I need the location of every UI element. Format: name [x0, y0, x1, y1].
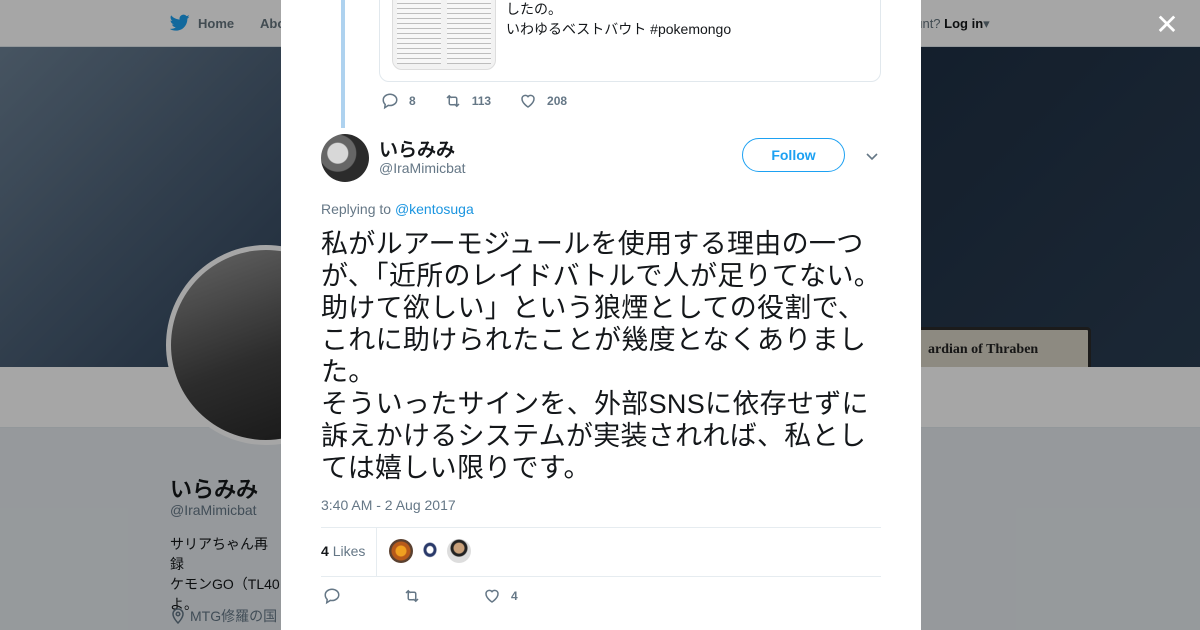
avatar[interactable]	[321, 134, 369, 182]
like-action[interactable]: 208	[519, 92, 567, 110]
author-handle[interactable]: @IraMimicbat	[379, 160, 466, 176]
reply-count: 8	[409, 94, 416, 108]
quoted-tweet-image[interactable]	[392, 0, 496, 70]
like-count: 4	[511, 589, 518, 603]
avatar[interactable]	[389, 539, 413, 563]
heart-icon	[485, 589, 499, 603]
avatar[interactable]	[418, 539, 442, 563]
reply-icon	[324, 588, 340, 605]
heart-icon	[521, 94, 535, 108]
quoted-tweet-actions: 8 113 208	[381, 92, 595, 110]
reply-icon	[382, 93, 398, 110]
close-icon[interactable]: ✕	[1152, 10, 1182, 40]
like-action[interactable]: 4	[483, 587, 518, 605]
likes-label: Likes	[332, 543, 366, 559]
avatar[interactable]	[447, 539, 471, 563]
replying-to: Replying to @kentosuga	[321, 201, 474, 217]
tweet-stats: 4 Likes	[321, 527, 881, 577]
quoted-tweet-card[interactable]: したの。 いわゆるベストバウト #pokemongo	[379, 0, 881, 82]
likes-count: 4	[321, 543, 329, 559]
divider	[376, 528, 377, 576]
retweet-icon	[405, 589, 419, 603]
retweet-action[interactable]	[403, 587, 421, 605]
author-name[interactable]: いらみみ	[379, 135, 455, 162]
retweet-icon	[446, 94, 460, 108]
like-count: 208	[547, 94, 568, 108]
likes-stat[interactable]: 4 Likes	[321, 543, 365, 559]
thread-line	[341, 0, 345, 128]
retweet-action[interactable]: 113	[444, 92, 491, 110]
retweet-count: 113	[471, 94, 492, 108]
liker-avatars	[389, 539, 471, 563]
follow-button[interactable]: Follow	[742, 138, 845, 172]
quoted-tweet-text: したの。 いわゆるベストバウト #pokemongo	[506, 1, 732, 37]
replying-prefix: Replying to	[321, 201, 392, 217]
tweet-actions: 4	[323, 587, 580, 605]
chevron-down-icon[interactable]	[864, 148, 880, 164]
replying-to-link[interactable]: @kentosuga	[395, 201, 474, 217]
tweet-text: 私がルアーモジュールを使用する理由の一つが、「近所のレイドバトルで人が足りてない…	[321, 229, 882, 483]
tweet-timestamp[interactable]: 3:40 AM - 2 Aug 2017	[321, 497, 456, 513]
reply-action[interactable]	[323, 587, 341, 605]
tweet-modal: したの。 いわゆるベストバウト #pokemongo 8 113 208 いらみ…	[281, 0, 921, 630]
reply-action[interactable]: 8	[381, 92, 416, 110]
